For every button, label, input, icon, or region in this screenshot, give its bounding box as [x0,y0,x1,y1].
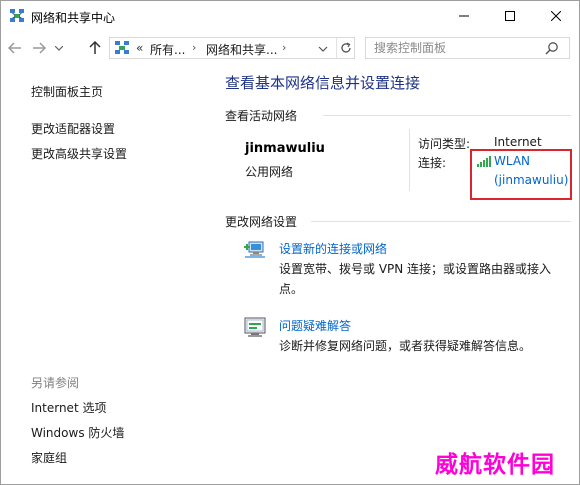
network-name: jinmawuliu [245,141,325,156]
sidebar-control-panel-home[interactable]: 控制面板主页 [31,83,103,100]
breadcrumb-overflow[interactable]: « [136,41,143,55]
network-sharing-center-window: 网络和共享中心 « 所有... › 网络和共享... › 搜索控制面板 控制面板… [0,0,580,485]
section-divider [311,221,571,222]
close-icon [551,11,561,21]
navigation-bar: « 所有... › 网络和共享... › [1,34,579,62]
arrow-up-icon [89,41,101,54]
see-also-homegroup[interactable]: 家庭组 [31,449,67,466]
setup-new-connection-description: 设置宽带、拨号或 VPN 连接；或设置路由器或接入点。 [279,262,552,296]
arrow-right-icon [33,42,46,54]
breadcrumb-separator[interactable]: › [192,41,196,54]
sidebar-change-advanced-sharing[interactable]: 更改高级共享设置 [31,145,127,162]
wifi-signal-icon [477,156,491,167]
troubleshoot-problems-link[interactable]: 问题疑难解答 [279,317,351,334]
main-content: 查看基本网络信息并设置连接 查看活动网络 jinmawuliu 公用网络 访问类… [223,63,573,483]
refresh-button[interactable] [336,38,355,58]
maximize-button[interactable] [487,1,533,31]
wlan-ssid-link[interactable]: (jinmawuliu) [494,173,568,187]
access-type-value: Internet [494,135,542,149]
breadcrumb-separator[interactable]: › [282,41,286,54]
arrow-left-icon [8,42,21,54]
setup-new-connection-link[interactable]: 设置新的连接或网络 [279,240,387,257]
network-center-icon [10,9,24,22]
troubleshoot-problems-description: 诊断并修复网络问题，或者获得疑难解答信息。 [279,339,532,353]
search-icon[interactable] [545,41,559,55]
access-type-label: 访问类型: [418,137,471,151]
see-also-internet-options[interactable]: Internet 选项 [31,399,106,416]
recent-locations-button[interactable] [51,38,67,58]
see-also-heading: 另请参阅 [31,376,80,390]
wlan-connection-link[interactable]: WLAN [494,154,530,168]
connections-label: 连接: [418,156,447,170]
title-bar: 网络和共享中心 [1,1,579,31]
change-settings-heading: 更改网络设置 [225,215,298,229]
network-divider [409,129,410,191]
up-button[interactable] [85,38,105,58]
forward-button[interactable] [29,38,49,58]
page-title: 查看基本网络信息并设置连接 [225,74,421,92]
chevron-down-icon [55,45,63,51]
active-networks-heading: 查看活动网络 [225,109,298,123]
chevron-down-icon[interactable] [316,42,330,56]
watermark: 威航软件园 [435,451,555,478]
minimize-button[interactable] [441,1,487,31]
sidebar-change-adapter-settings[interactable]: 更改适配器设置 [31,120,115,137]
section-divider [323,115,571,116]
control-panel-icon [115,41,129,54]
network-setup-icon [244,241,265,258]
network-type: 公用网络 [245,165,294,179]
maximize-icon [505,11,515,21]
breadcrumb-network-center[interactable]: 网络和共享... [206,41,277,58]
see-also-windows-firewall[interactable]: Windows 防火墙 [31,424,124,441]
window-title: 网络和共享中心 [31,11,116,25]
refresh-icon [341,42,351,53]
breadcrumb-all-items[interactable]: 所有... [150,41,185,58]
address-bar[interactable]: « 所有... › 网络和共享... › [109,37,355,59]
back-button[interactable] [5,38,25,58]
minimize-icon [459,15,469,17]
troubleshoot-icon [244,317,266,337]
search-input[interactable] [365,37,570,59]
sidebar: 控制面板主页 更改适配器设置 更改高级共享设置 另请参阅 Internet 选项… [1,63,211,483]
close-button[interactable] [533,1,579,31]
